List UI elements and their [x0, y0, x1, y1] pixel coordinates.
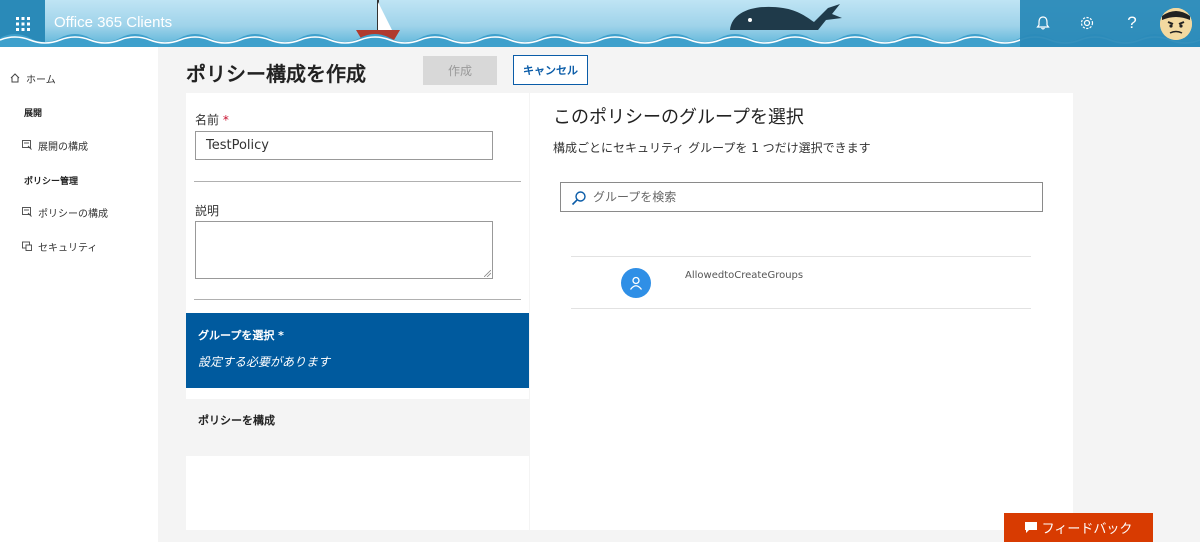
sidebar-item-label: 展開の構成: [38, 141, 88, 153]
create-button[interactable]: 作成: [423, 56, 497, 85]
group-list-item[interactable]: AllowedtoCreateGroups: [571, 259, 1031, 308]
list-divider: [571, 256, 1031, 257]
sidebar-item-policy-config[interactable]: ポリシーの構成: [0, 202, 158, 222]
resize-handle-icon[interactable]: [484, 270, 491, 277]
avatar[interactable]: [1160, 8, 1192, 40]
home-icon: [8, 73, 22, 83]
feedback-button[interactable]: フィードバック: [1004, 513, 1153, 542]
sidebar-section-deploy: 展開: [24, 109, 43, 119]
divider: [194, 181, 521, 182]
name-label: 名前 *: [195, 111, 229, 128]
sidebar-section-policy: ポリシー管理: [24, 177, 79, 187]
step-select-group[interactable]: グループを選択 * 設定する必要があります: [186, 313, 529, 388]
description-textarea[interactable]: [195, 221, 493, 279]
step-status: 設定する必要があります: [198, 355, 331, 369]
sidebar-item-deploy-config[interactable]: 展開の構成: [0, 135, 158, 155]
person-icon: [621, 268, 651, 298]
feedback-label: フィードバック: [1041, 522, 1133, 537]
cancel-button[interactable]: キャンセル: [513, 55, 588, 85]
step-configure-policy[interactable]: ポリシーを構成: [186, 399, 529, 456]
group-search-box[interactable]: [560, 182, 1043, 212]
security-icon: [20, 241, 34, 251]
group-name: AllowedtoCreateGroups: [685, 270, 804, 281]
chat-icon: [1024, 522, 1037, 533]
config-icon: [20, 207, 34, 217]
top-banner: Office 365 Clients ?: [0, 0, 1200, 47]
panel-title: このポリシーのグループを選択: [553, 107, 804, 128]
sidebar-item-security[interactable]: セキュリティ: [0, 236, 158, 256]
search-icon: [571, 191, 586, 206]
sidebar-item-home[interactable]: ホーム: [0, 68, 158, 88]
help-icon[interactable]: ?: [1121, 12, 1143, 34]
list-divider: [571, 308, 1031, 309]
description-label: 説明: [195, 204, 220, 218]
name-label-text: 名前: [195, 113, 220, 127]
step-title: ポリシーを構成: [198, 414, 275, 427]
sidebar-item-label: ポリシーの構成: [38, 208, 108, 220]
left-navigation: ホーム 展開 展開の構成 ポリシー管理 ポリシーの構成 セキュリティ: [0, 47, 158, 542]
bell-icon[interactable]: [1032, 12, 1054, 34]
page-title: ポリシー構成を作成: [186, 62, 366, 86]
group-search-input[interactable]: [593, 187, 1033, 207]
divider: [194, 299, 521, 300]
gear-icon[interactable]: [1076, 12, 1098, 34]
policy-name-input[interactable]: TestPolicy: [195, 131, 493, 160]
sidebar-item-label: ホーム: [26, 74, 56, 86]
required-marker: *: [222, 113, 229, 127]
config-icon: [20, 140, 34, 150]
panel-description: 構成ごとにセキュリティ グループを 1 つだけ選択できます: [553, 141, 871, 155]
app-title[interactable]: Office 365 Clients: [54, 14, 172, 31]
step-title: グループを選択 *: [198, 329, 284, 342]
sidebar-item-label: セキュリティ: [38, 242, 98, 254]
group-selection-panel: このポリシーのグループを選択 構成ごとにセキュリティ グループを 1 つだけ選択…: [530, 93, 1073, 530]
